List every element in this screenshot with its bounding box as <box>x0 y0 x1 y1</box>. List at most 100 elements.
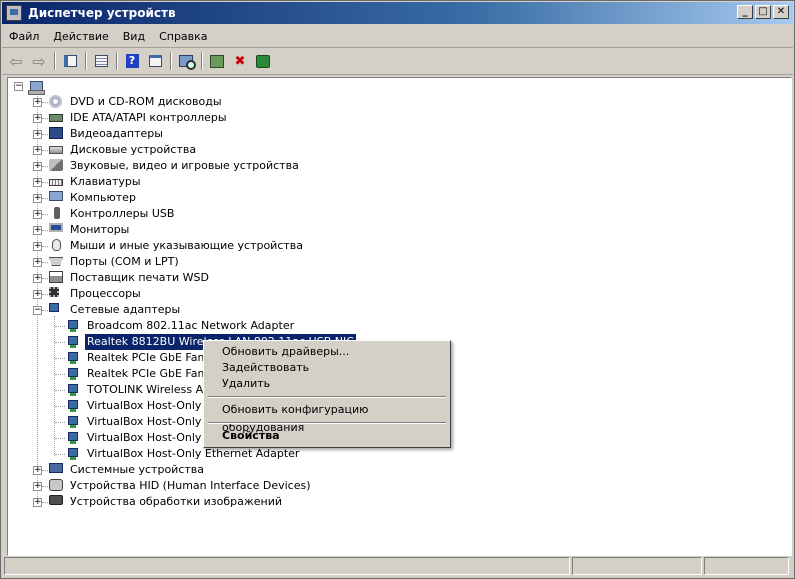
forward-icon: ⇨ <box>32 51 46 71</box>
network-adapter-icon <box>66 447 82 461</box>
expand-toggle[interactable]: + <box>33 146 42 155</box>
tree-connector <box>55 326 65 327</box>
tree-category[interactable]: Мыши и иные указывающие устройства <box>49 238 305 254</box>
tree-connector <box>55 422 65 423</box>
expand-toggle[interactable]: + <box>33 466 42 475</box>
tree-connector <box>42 166 48 167</box>
tree-connector <box>42 278 48 279</box>
tree-category[interactable]: Системные устройства <box>49 462 206 478</box>
expand-toggle[interactable]: + <box>33 178 42 187</box>
system-device-icon <box>49 463 65 477</box>
tree-connector <box>42 182 48 183</box>
expand-toggle[interactable]: + <box>33 210 42 219</box>
tree-connector <box>54 316 55 456</box>
expand-toggle[interactable]: − <box>33 306 42 315</box>
tree-connector <box>42 230 48 231</box>
root-collapse-toggle[interactable]: − <box>14 82 23 91</box>
tree-connector <box>42 502 48 503</box>
tree-category[interactable]: Устройства HID (Human Interface Devices) <box>49 478 313 494</box>
menu-view[interactable]: Вид <box>116 30 152 43</box>
uninstall-button[interactable]: ✖ <box>230 51 250 71</box>
tree-connector <box>42 134 48 135</box>
tree-category-label: IDE ATA/ATAPI контроллеры <box>70 111 227 124</box>
cm-delete[interactable]: Удалить <box>205 375 449 393</box>
network-adapter-icon <box>66 367 82 381</box>
tree-category[interactable]: Дисковые устройства <box>49 142 198 158</box>
console-tree-icon <box>63 55 77 67</box>
properties-button[interactable] <box>91 51 111 71</box>
help-icon: ? <box>125 54 139 68</box>
expand-toggle[interactable]: + <box>33 98 42 107</box>
status-pane-middle <box>572 557 702 575</box>
expand-toggle[interactable]: + <box>33 226 42 235</box>
show-hide-tree-button[interactable] <box>60 51 80 71</box>
expand-toggle[interactable]: + <box>33 274 42 283</box>
tree-category[interactable]: Сетевые адаптеры <box>49 302 182 318</box>
imaging-device-icon <box>49 495 65 509</box>
view-button[interactable] <box>145 51 165 71</box>
enable-device-button[interactable] <box>253 51 273 71</box>
expand-toggle[interactable]: + <box>33 114 42 123</box>
uninstall-device-icon: ✖ <box>234 53 246 69</box>
tree-connector <box>42 470 48 471</box>
network-adapter-label: Broadcom 802.11ac Network Adapter <box>87 319 295 332</box>
tree-connector <box>42 262 48 263</box>
view-icon <box>148 55 162 67</box>
back-icon: ⇦ <box>9 51 23 71</box>
tree-category[interactable]: Компьютер <box>49 190 138 206</box>
cm-scan-hardware[interactable]: Обновить конфигурацию оборудования <box>205 401 449 434</box>
network-adapter-icon <box>49 303 65 317</box>
expand-toggle[interactable]: + <box>33 242 42 251</box>
scan-hardware-icon <box>179 55 196 70</box>
minimize-button[interactable]: _ <box>737 5 753 19</box>
back-button[interactable]: ⇦ <box>6 51 26 71</box>
tree-category[interactable]: Звуковые, видео и игровые устройства <box>49 158 301 174</box>
maximize-button[interactable]: □ <box>755 5 771 19</box>
tree-category-label: Компьютер <box>70 191 136 204</box>
dvd-drive-icon <box>49 95 65 109</box>
expand-toggle[interactable]: + <box>33 258 42 267</box>
network-adapter-item[interactable]: VirtualBox Host-Only Ethernet Adapter <box>66 446 301 462</box>
menu-action[interactable]: Действие <box>46 30 115 43</box>
hid-icon <box>49 479 65 493</box>
tree-category[interactable]: Порты (COM и LPT) <box>49 254 181 270</box>
processor-icon <box>49 287 65 301</box>
expand-toggle[interactable]: + <box>33 162 42 171</box>
expand-toggle[interactable]: + <box>33 130 42 139</box>
tree-category[interactable]: Процессоры <box>49 286 143 302</box>
cm-properties[interactable]: Свойства <box>205 427 449 445</box>
tree-connector <box>42 118 48 119</box>
expand-toggle[interactable]: + <box>33 290 42 299</box>
tree-category-label: Поставщик печати WSD <box>70 271 209 284</box>
tree-category[interactable]: Поставщик печати WSD <box>49 270 211 286</box>
context-menu: Обновить драйверы... Задействовать Удали… <box>203 340 451 448</box>
network-adapter-icon <box>66 383 82 397</box>
tree-category[interactable]: Мониторы <box>49 222 131 238</box>
tree-category-label: Мыши и иные указывающие устройства <box>70 239 304 252</box>
tree-category[interactable]: DVD и CD-ROM дисководы <box>49 94 224 110</box>
expand-toggle[interactable]: + <box>33 498 42 507</box>
forward-button[interactable]: ⇨ <box>29 51 49 71</box>
tree-category[interactable]: Видеоадаптеры <box>49 126 165 142</box>
tree-category[interactable]: Устройства обработки изображений <box>49 494 284 510</box>
help-button[interactable]: ? <box>122 51 142 71</box>
tree-category[interactable]: IDE ATA/ATAPI контроллеры <box>49 110 229 126</box>
expand-toggle[interactable]: + <box>33 194 42 203</box>
toolbar-separator <box>85 52 87 70</box>
properties-icon <box>94 55 108 67</box>
network-adapter-item[interactable]: Broadcom 802.11ac Network Adapter <box>66 318 296 334</box>
title-bar[interactable]: Диспетчер устройств _ □ ✕ <box>2 2 793 24</box>
menu-help[interactable]: Справка <box>152 30 214 43</box>
tree-connector <box>42 310 48 311</box>
tree-category-label: Процессоры <box>70 287 141 300</box>
tree-connector <box>42 214 48 215</box>
scan-hardware-button[interactable] <box>176 51 196 71</box>
tree-category[interactable]: Контроллеры USB <box>49 206 176 222</box>
menu-file[interactable]: Файл <box>2 30 46 43</box>
close-button[interactable]: ✕ <box>773 5 789 19</box>
expand-toggle[interactable]: + <box>33 482 42 491</box>
device-manager-icon <box>6 5 22 21</box>
update-driver-button[interactable] <box>207 51 227 71</box>
tree-category[interactable]: Клавиатуры <box>49 174 143 190</box>
device-tree-panel[interactable]: − + DVD и CD-ROM дисководы + IDE ATA/ATAPI … <box>7 77 792 556</box>
